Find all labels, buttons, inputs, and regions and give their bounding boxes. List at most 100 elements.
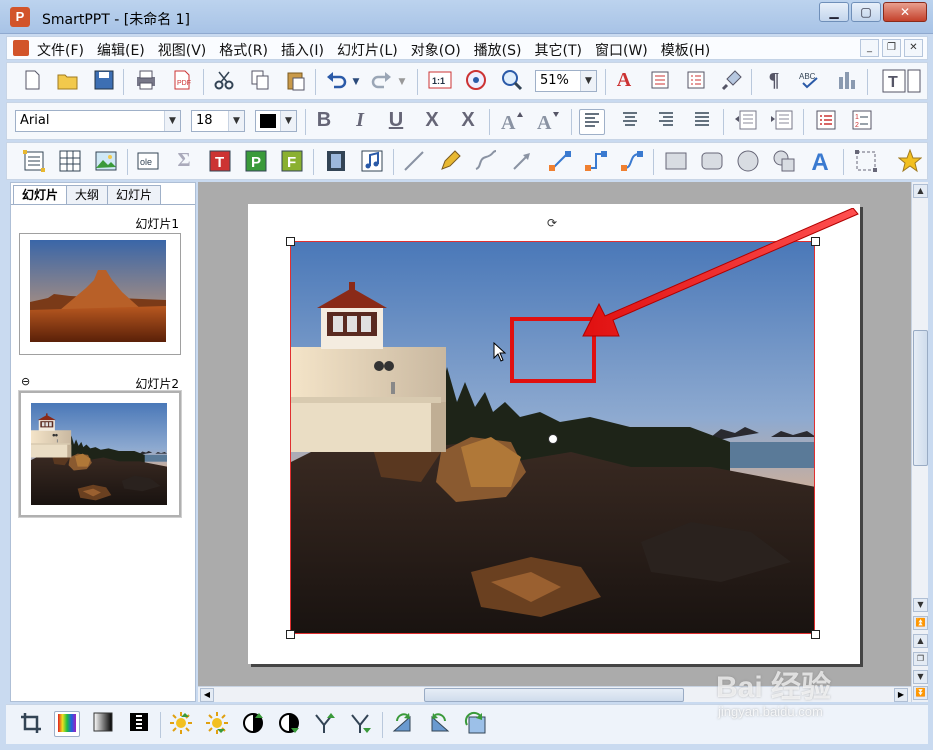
underline-button[interactable]: U [383,109,409,135]
ellipse-icon[interactable] [735,149,761,175]
list-style-icon[interactable] [683,69,709,95]
print-icon[interactable] [133,69,159,95]
scroll-right-icon[interactable]: ▶ [894,688,908,702]
decrease-indent-icon[interactable] [733,109,759,135]
font-size-select[interactable]: 18 ▼ [191,110,245,132]
menu-slide[interactable]: 幻灯片(L) [337,40,398,60]
horizontal-scroll-thumb[interactable] [424,688,684,702]
less-brightness-icon[interactable] [204,711,230,737]
font-name-select[interactable]: Arial ▼ [15,110,181,132]
strikethrough-button[interactable]: X [419,109,445,135]
italic-button[interactable]: I [347,109,373,135]
connector-curved-icon[interactable] [619,149,645,175]
align-right-icon[interactable] [653,109,679,135]
first-page-icon[interactable]: ⏫ [913,616,928,630]
bullet-list-icon[interactable] [813,109,839,135]
tab-slides-2[interactable]: 幻灯片 [107,185,162,205]
minimize-button[interactable]: ▁ [819,2,849,22]
bold-button[interactable]: B [311,109,337,135]
scroll-down-icon[interactable]: ▼ [913,598,928,612]
text-box-icon-2[interactable] [907,69,921,95]
pilcrow-icon[interactable]: ¶ [761,69,787,95]
table-icon[interactable] [57,149,83,175]
slide-2-thumbnail[interactable] [18,390,182,518]
cut-icon[interactable] [211,69,237,95]
save-icon[interactable] [91,69,117,95]
rectangle-icon[interactable] [663,149,689,175]
font-color-select[interactable]: ▼ [255,110,297,132]
shadow-button[interactable]: X [455,109,481,135]
more-brightness-icon[interactable] [168,711,194,737]
navigator-icon[interactable] [463,69,489,95]
slide-1-thumbnail[interactable] [19,233,181,355]
chart-tool-icon[interactable] [833,69,859,95]
new-icon[interactable] [19,69,45,95]
less-contrast-icon[interactable] [276,711,302,737]
maximize-button[interactable]: ▢ [851,2,881,22]
actual-size-icon[interactable]: 1:1 [427,69,453,95]
pdf-icon[interactable]: PDF [169,69,195,95]
connector-elbow-icon[interactable] [583,149,609,175]
zoom-icon[interactable] [499,69,525,95]
page-view-icon[interactable]: ❐ [913,652,928,666]
menu-file[interactable]: 文件(F) [37,40,84,60]
decrease-font-icon[interactable]: A [535,109,561,135]
align-left-icon[interactable] [579,109,605,135]
rounded-rectangle-icon[interactable] [699,149,725,175]
prev-page-icon[interactable]: ▲ [913,634,928,648]
line-icon[interactable] [401,149,427,175]
vertical-scroll-thumb[interactable] [913,330,928,466]
rotate-right-icon[interactable] [390,711,416,737]
menu-object[interactable]: 对象(O) [411,40,461,60]
text-color-icon[interactable]: A [611,69,637,95]
text-frame-icon[interactable] [21,149,47,175]
resize-handle-bl[interactable] [286,630,295,639]
rotate-handle-icon[interactable]: ⟳ [545,216,559,230]
arrow-line-icon[interactable] [509,149,535,175]
paste-icon[interactable] [283,69,309,95]
mdi-close-button[interactable]: ✕ [904,39,923,57]
undo-icon[interactable] [323,69,349,95]
scroll-up-icon[interactable]: ▲ [913,184,928,198]
tab-slides[interactable]: 幻灯片 [13,185,68,205]
open-icon[interactable] [55,69,81,95]
video-icon[interactable] [323,149,349,175]
horizontal-scrollbar[interactable]: ◀ ▶ [198,686,911,702]
increase-font-icon[interactable]: A [499,109,525,135]
mdi-restore-button[interactable]: ❐ [882,39,901,57]
resize-handle-tl[interactable] [286,237,295,246]
formula-icon[interactable]: Σ [171,149,197,175]
format-painter-icon[interactable] [719,69,745,95]
menu-template[interactable]: 模板(H) [661,40,710,60]
slide-editor-canvas[interactable]: ⟳ [198,182,911,686]
text-placeholder-icon[interactable]: T [207,149,233,175]
menu-window[interactable]: 窗口(W) [595,40,648,60]
resize-handle-br[interactable] [811,630,820,639]
copy-icon[interactable] [247,69,273,95]
center-point[interactable] [548,434,558,444]
ole-object-icon[interactable]: ole [135,149,161,175]
zoom-select[interactable]: 51% ▼ [535,70,597,92]
undo-dropdown-icon[interactable]: ▼ [349,69,363,95]
spellcheck-icon[interactable]: ABC [797,69,823,95]
menu-insert[interactable]: 插入(I) [281,40,324,60]
field-placeholder-icon[interactable]: F [279,149,305,175]
menu-other[interactable]: 其它(T) [535,40,582,60]
grayscale-icon[interactable] [90,711,116,737]
star-icon[interactable] [897,148,923,175]
crop-icon[interactable] [18,711,44,737]
menu-play[interactable]: 播放(S) [474,40,522,60]
scroll-left-icon[interactable]: ◀ [200,688,214,702]
next-page-icon[interactable]: ▼ [913,670,928,684]
menu-format[interactable]: 格式(R) [219,40,268,60]
increase-indent-icon[interactable] [769,109,795,135]
color-mode-icon[interactable] [54,711,80,737]
paragraph-style-icon[interactable] [647,69,673,95]
tab-outline[interactable]: 大纲 [66,185,109,205]
slide-page[interactable]: ⟳ [248,204,860,664]
menu-edit[interactable]: 编辑(E) [97,40,145,60]
menu-view[interactable]: 视图(V) [158,40,207,60]
less-gamma-icon[interactable] [348,711,374,737]
document-icon[interactable] [13,40,29,56]
more-gamma-icon[interactable] [312,711,338,737]
